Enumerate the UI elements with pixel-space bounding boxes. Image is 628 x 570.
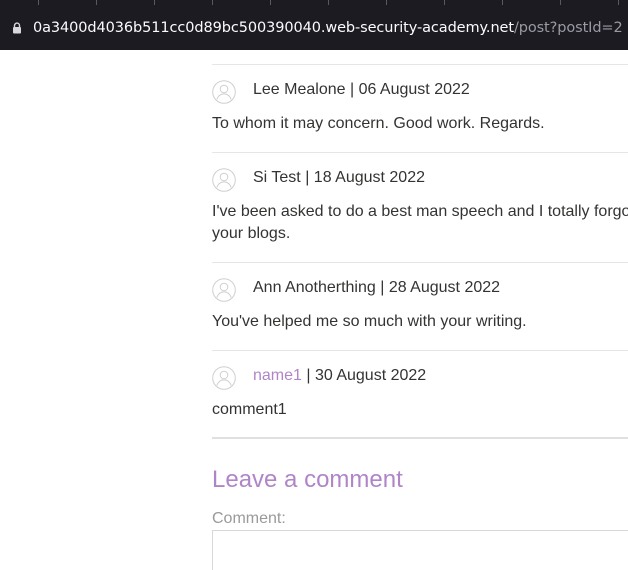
comment-meta: name1 | 30 August 2022 — [253, 367, 426, 385]
url-host: 0a3400d4036b511cc0d89bc500390040.web-sec… — [33, 20, 514, 36]
comment-meta: Lee Mealone | 06 August 2022 — [253, 81, 470, 99]
comment-text-line-2: your blogs. — [212, 225, 291, 242]
tab-divider — [444, 0, 445, 5]
avatar-icon — [212, 80, 236, 104]
comment-date: | 30 August 2022 — [306, 367, 427, 384]
avatar-icon — [212, 278, 236, 302]
comment-textarea[interactable] — [212, 530, 628, 570]
lock-icon[interactable] — [11, 22, 23, 34]
section-divider — [212, 437, 628, 439]
avatar-icon — [212, 366, 236, 390]
comment-text: To whom it may concern. Good work. Regar… — [212, 115, 545, 132]
comment-text: comment1 — [212, 401, 287, 418]
leave-comment-heading: Leave a comment — [212, 466, 403, 493]
comment-date: | 06 August 2022 — [349, 81, 470, 98]
comment-date: | 28 August 2022 — [380, 279, 501, 296]
comment-divider — [212, 350, 628, 351]
comment-author: Lee Mealone — [253, 81, 346, 98]
tab-divider — [502, 0, 503, 5]
comments-section: Lee Mealone | 06 August 2022 To whom it … — [212, 50, 628, 570]
tab-divider — [618, 0, 619, 5]
comment-author: Si Test — [253, 169, 301, 186]
comment-divider — [212, 64, 628, 65]
page-left-margin — [0, 50, 200, 550]
comment-date: | 18 August 2022 — [305, 169, 425, 186]
comment-meta: Ann Anotherthing | 28 August 2022 — [253, 279, 500, 297]
tab-divider — [386, 0, 387, 5]
tab-divider — [154, 0, 155, 5]
tab-divider — [38, 0, 39, 5]
comment-divider — [212, 152, 628, 153]
url-text[interactable]: 0a3400d4036b511cc0d89bc500390040.web-sec… — [33, 20, 623, 36]
tab-divider — [212, 0, 213, 5]
tab-divider — [96, 0, 97, 5]
tab-divider — [270, 0, 271, 5]
comment-author: Ann Anotherthing — [253, 279, 376, 296]
comment-field-label: Comment: — [212, 510, 286, 527]
comment-text: You've helped me so much with your writi… — [212, 313, 527, 330]
url-path: /post?postId=2 — [513, 20, 623, 36]
comment-author-link[interactable]: name1 — [253, 367, 302, 384]
tab-divider — [328, 0, 329, 5]
comment-divider — [212, 262, 628, 263]
comment-text-line-1: I've been asked to do a best man speech … — [212, 203, 628, 220]
address-bar[interactable]: 0a3400d4036b511cc0d89bc500390040.web-sec… — [0, 6, 628, 50]
tab-divider — [560, 0, 561, 5]
avatar-icon — [212, 168, 236, 192]
comment-meta: Si Test | 18 August 2022 — [253, 169, 425, 187]
